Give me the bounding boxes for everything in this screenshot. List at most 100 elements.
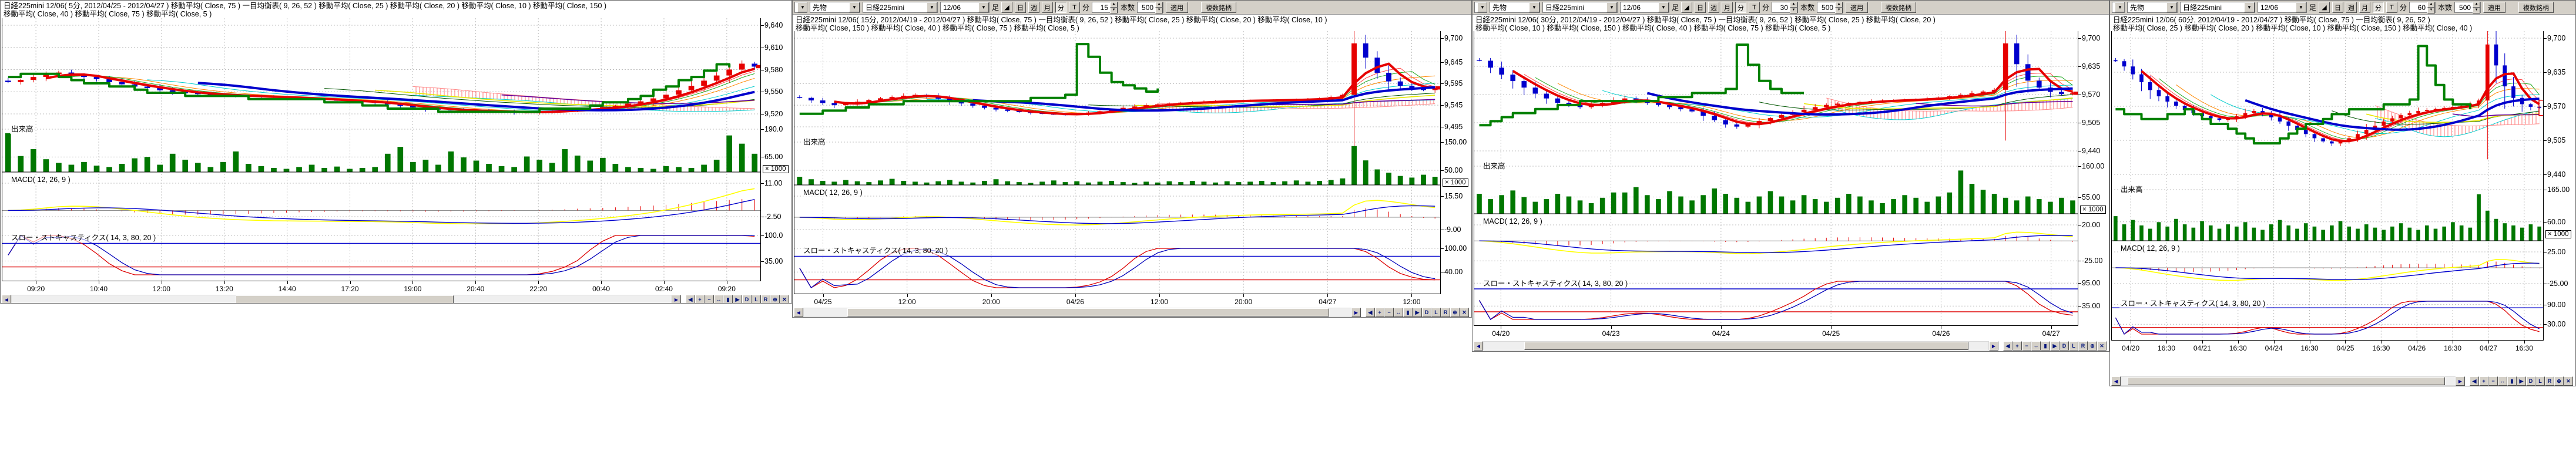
spin-up-icon[interactable]: ▲ [1835, 2, 1843, 8]
cluster-button-10[interactable]: ✕ [2564, 376, 2573, 386]
cluster-button-8[interactable]: R [2545, 376, 2554, 386]
scroll-left-button[interactable]: ◀ [2111, 376, 2121, 386]
apply-button[interactable]: 適用 [1846, 2, 1868, 13]
period-button-1[interactable]: 日 [2332, 2, 2343, 13]
cluster-button-6[interactable]: D [1422, 308, 1431, 317]
cluster-button-6[interactable]: D [2526, 376, 2535, 386]
scrollbar-thumb[interactable] [2128, 377, 2445, 385]
symbol-combo[interactable]: 日経225mini▼ [1542, 2, 1618, 13]
period-button-0[interactable]: ◢ [2319, 2, 2330, 13]
cluster-button-4[interactable]: ▮ [2041, 341, 2050, 351]
bar-count-spinner-arrows[interactable]: ▲▼ [2473, 2, 2480, 14]
mini-combo[interactable]: ▼ [794, 2, 807, 13]
market-combo[interactable]: 先物▼ [1490, 2, 1540, 13]
cluster-button-2[interactable]: − [2022, 341, 2031, 351]
apply-button[interactable]: 適用 [2483, 2, 2505, 13]
cluster-button-1[interactable]: + [2479, 376, 2488, 386]
spin-down-icon[interactable]: ▼ [1790, 8, 1797, 14]
minute-spinner-arrows[interactable]: ▲▼ [2427, 2, 2435, 14]
cluster-button-6[interactable]: D [742, 295, 752, 304]
contract-combo[interactable]: 12/06▼ [940, 2, 990, 13]
minute-spinner[interactable]: 60▲▼ [2409, 2, 2436, 13]
period-button-2[interactable]: 週 [2346, 2, 2357, 13]
period-button-3[interactable]: 月 [1042, 2, 1053, 13]
cluster-button-8[interactable]: R [2078, 341, 2088, 351]
bar-count-spinner[interactable]: 500▲▼ [1817, 2, 1843, 13]
minute-spinner[interactable]: 30▲▼ [1772, 2, 1798, 13]
cluster-button-2[interactable]: − [2488, 376, 2498, 386]
scrollbar-thumb[interactable] [847, 308, 1329, 316]
cluster-button-3[interactable]: ↔ [2498, 376, 2507, 386]
cluster-button-4[interactable]: ▮ [2507, 376, 2517, 386]
cluster-button-10[interactable]: ✕ [1460, 308, 1469, 317]
scroll-left-button[interactable]: ◀ [2, 295, 11, 304]
cluster-button-5[interactable]: ▶ [2050, 341, 2060, 351]
scrollbar-thumb[interactable] [1524, 342, 1968, 350]
contract-combo[interactable]: 12/06▼ [2258, 2, 2307, 13]
period-button-4[interactable]: 分 [2373, 2, 2384, 13]
cluster-button-5[interactable]: ▶ [1413, 308, 1422, 317]
period-button-0[interactable]: ◢ [1001, 2, 1012, 13]
cluster-button-5[interactable]: ▶ [733, 295, 742, 304]
spin-down-icon[interactable]: ▼ [1110, 8, 1118, 14]
scrollbar-track[interactable] [1483, 341, 1989, 351]
cluster-button-2[interactable]: − [705, 295, 714, 304]
period-button-1[interactable]: 日 [1015, 2, 1026, 13]
spin-up-icon[interactable]: ▲ [1790, 2, 1797, 8]
period-button-5[interactable]: T [1749, 2, 1760, 13]
period-button-4[interactable]: 分 [1055, 2, 1066, 13]
bar-count-spinner-arrows[interactable]: ▲▼ [1155, 2, 1163, 14]
minute-spinner[interactable]: 15▲▼ [1092, 2, 1118, 13]
cluster-button-10[interactable]: ✕ [2097, 341, 2107, 351]
cluster-button-3[interactable]: ↔ [714, 295, 723, 304]
spin-up-icon[interactable]: ▲ [1155, 2, 1163, 8]
period-button-3[interactable]: 月 [2359, 2, 2370, 13]
multi-symbol-button[interactable]: 複数銘柄 [1881, 2, 1916, 13]
spin-down-icon[interactable]: ▼ [1155, 8, 1163, 14]
spin-up-icon[interactable]: ▲ [2427, 2, 2435, 8]
scroll-right-button[interactable]: ▶ [1989, 341, 1998, 351]
cluster-button-9[interactable]: ⊕ [770, 295, 780, 304]
cluster-button-2[interactable]: − [1384, 308, 1394, 317]
scrollbar-track[interactable] [11, 295, 672, 304]
spin-down-icon[interactable]: ▼ [2473, 8, 2480, 14]
minute-spinner-arrows[interactable]: ▲▼ [1110, 2, 1118, 14]
scroll-left-button[interactable]: ◀ [794, 308, 803, 317]
symbol-combo[interactable]: 日経225mini▼ [2180, 2, 2255, 13]
cluster-button-7[interactable]: L [2535, 376, 2545, 386]
cluster-button-6[interactable]: D [2060, 341, 2069, 351]
period-button-2[interactable]: 週 [1028, 2, 1039, 13]
period-button-0[interactable]: ◢ [1681, 2, 1692, 13]
cluster-button-9[interactable]: ⊕ [2554, 376, 2564, 386]
spin-up-icon[interactable]: ▲ [2473, 2, 2480, 8]
cluster-button-0[interactable]: ◀ [686, 295, 695, 304]
period-button-1[interactable]: 日 [1695, 2, 1706, 13]
bar-count-spinner-arrows[interactable]: ▲▼ [1835, 2, 1843, 14]
market-combo[interactable]: 先物▼ [2127, 2, 2178, 13]
cluster-button-1[interactable]: + [1375, 308, 1384, 317]
mini-combo[interactable]: ▼ [1474, 2, 1487, 13]
cluster-button-8[interactable]: R [1441, 308, 1450, 317]
spin-down-icon[interactable]: ▼ [1835, 8, 1843, 14]
period-button-4[interactable]: 分 [1735, 2, 1746, 13]
bar-count-spinner[interactable]: 500▲▼ [1137, 2, 1163, 13]
mini-combo[interactable]: ▼ [2112, 2, 2125, 13]
spin-up-icon[interactable]: ▲ [1110, 2, 1118, 8]
period-button-5[interactable]: T [1069, 2, 1080, 13]
cluster-button-1[interactable]: + [2012, 341, 2022, 351]
scroll-right-button[interactable]: ▶ [2456, 376, 2465, 386]
multi-symbol-button[interactable]: 複数銘柄 [1201, 2, 1236, 13]
cluster-button-1[interactable]: + [695, 295, 705, 304]
period-button-3[interactable]: 月 [1722, 2, 1733, 13]
cluster-button-9[interactable]: ⊕ [2088, 341, 2097, 351]
scrollbar-track[interactable] [803, 308, 1351, 317]
cluster-button-4[interactable]: ▮ [1403, 308, 1413, 317]
scroll-right-button[interactable]: ▶ [1351, 308, 1361, 317]
period-button-5[interactable]: T [2386, 2, 2397, 13]
apply-button[interactable]: 適用 [1166, 2, 1188, 13]
cluster-button-4[interactable]: ▮ [723, 295, 733, 304]
scrollbar-thumb[interactable] [236, 295, 453, 304]
bar-count-spinner[interactable]: 500▲▼ [2454, 2, 2481, 13]
symbol-combo[interactable]: 日経225mini▼ [863, 2, 938, 13]
period-button-2[interactable]: 週 [1708, 2, 1719, 13]
